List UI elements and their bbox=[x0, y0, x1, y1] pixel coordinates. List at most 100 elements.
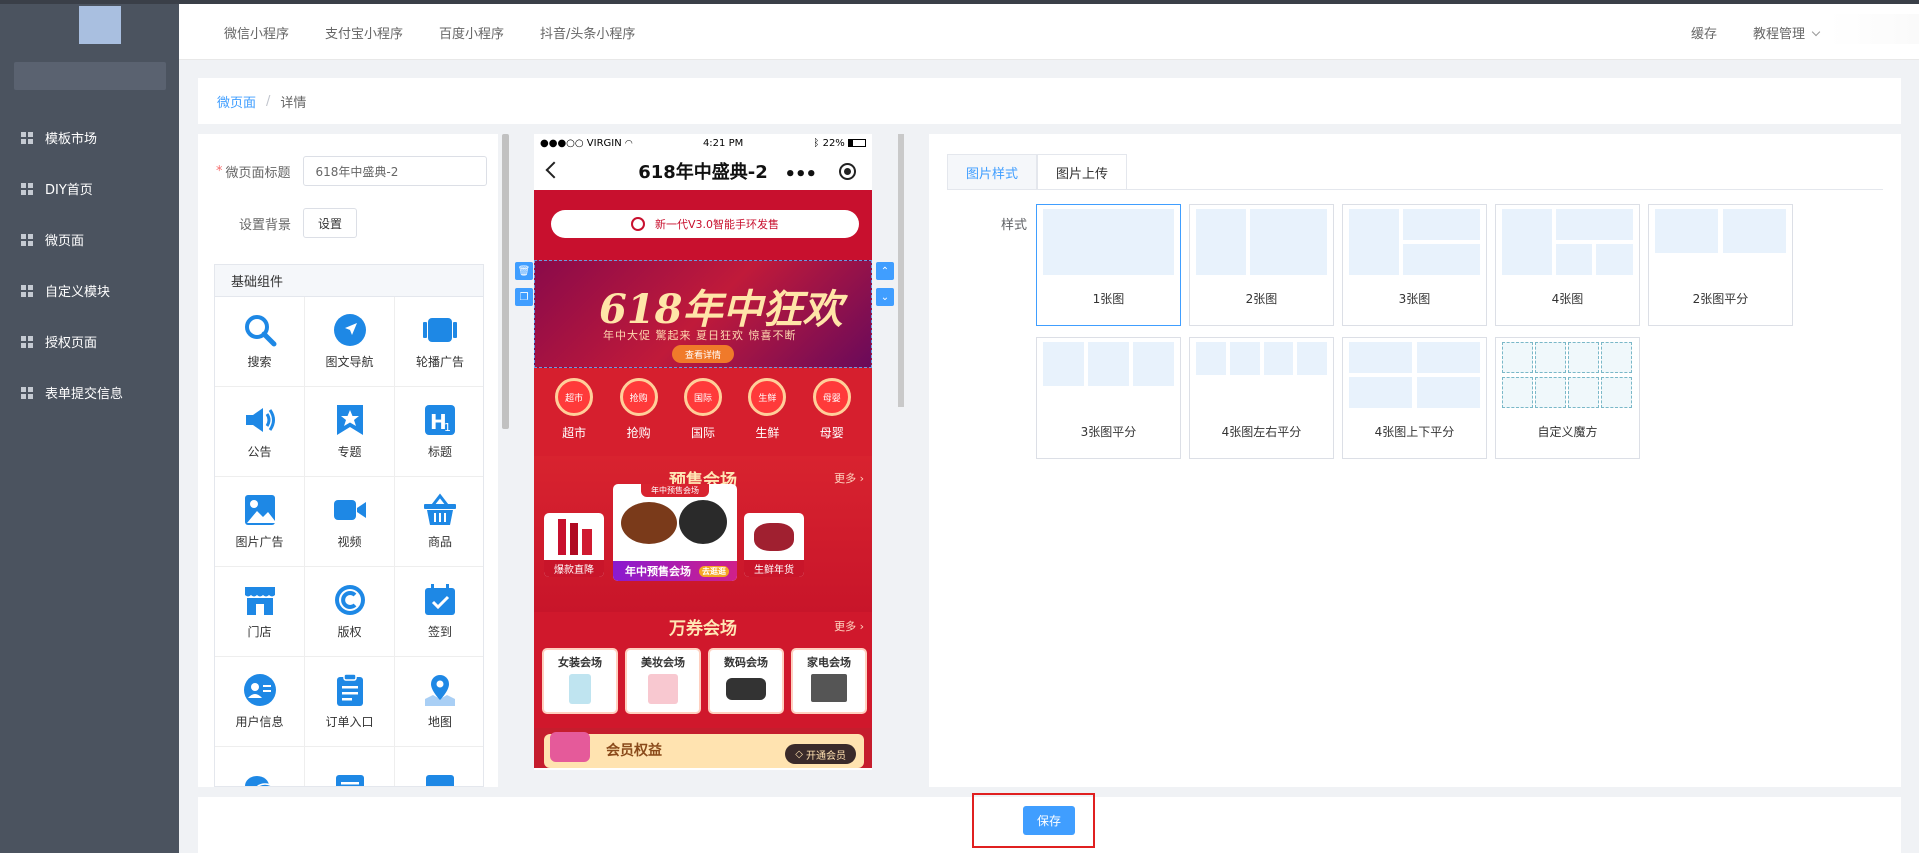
style-option-2-images-equal[interactable]: 2张图平分 bbox=[1648, 204, 1793, 326]
move-down-icon[interactable]: ⌄ bbox=[876, 288, 894, 306]
carousel-banner[interactable]: 618年中狂欢 年中大促 驚起来 夏日狂欢 惊喜不断 查看详情 bbox=[534, 260, 872, 368]
copy-module-icon[interactable]: ❐ bbox=[515, 288, 533, 306]
style-option-3-images[interactable]: 3张图 bbox=[1342, 204, 1487, 326]
component-picture[interactable] bbox=[395, 747, 483, 786]
map-pin-icon bbox=[423, 673, 457, 707]
tutorial-menu[interactable]: 教程管理 bbox=[1753, 23, 1821, 42]
phone-search-bar[interactable]: 新一代V3.0智能手环发售 bbox=[551, 210, 859, 238]
option-label: 3张图 bbox=[1398, 292, 1431, 306]
option-preview bbox=[1502, 209, 1633, 275]
style-option-2-images[interactable]: 2张图 bbox=[1189, 204, 1334, 326]
presale-more-link[interactable]: 更多 › bbox=[834, 470, 864, 486]
category-item[interactable]: 抢购 抢购 bbox=[619, 378, 658, 456]
set-background-button[interactable]: 设置 bbox=[303, 208, 358, 238]
component-image-ad[interactable]: 图片广告 bbox=[215, 477, 305, 567]
component-copyright[interactable]: 版权 bbox=[305, 567, 395, 657]
bluetooth-icon: ᛒ bbox=[813, 137, 820, 149]
category-label: 超市 bbox=[562, 426, 587, 440]
tab-baidu-miniprogram[interactable]: 百度小程序 bbox=[439, 23, 504, 42]
phone-preview-scrollbar[interactable] bbox=[898, 134, 904, 407]
save-button[interactable]: 保存 bbox=[1023, 806, 1075, 835]
component-notice[interactable]: 公告 bbox=[215, 387, 305, 477]
sidebar-item-diy-home[interactable]: DIY首页 bbox=[0, 163, 179, 214]
option-label: 2张图平分 bbox=[1692, 292, 1749, 306]
more-dots-icon[interactable]: ••• bbox=[784, 164, 817, 185]
coupon-card-label: 女装会场 bbox=[558, 656, 602, 669]
component-panel-scrollbar[interactable] bbox=[502, 134, 509, 429]
coupon-card[interactable]: 美妆会场 bbox=[625, 648, 701, 714]
phone-page-title: 618年中盛典-2 bbox=[638, 162, 768, 183]
coupon-section[interactable]: 万券会场 更多 › 女装会场 美妆会场 数码会场 家电会场 bbox=[534, 612, 872, 728]
style-option-custom-cube[interactable]: 自定义魔方 bbox=[1495, 337, 1640, 459]
component-goods[interactable]: 商品 bbox=[395, 477, 483, 567]
category-item[interactable]: 国际 国际 bbox=[683, 378, 722, 456]
sidebar-item-label: DIY首页 bbox=[45, 183, 93, 198]
coupon-card[interactable]: 数码会场 bbox=[708, 648, 784, 714]
option-preview bbox=[1349, 209, 1480, 275]
style-option-4-images-vertical[interactable]: 4张图上下平分 bbox=[1342, 337, 1487, 459]
component-carousel[interactable]: 轮播广告 bbox=[395, 297, 483, 387]
back-arrow-icon[interactable] bbox=[545, 161, 563, 179]
page-title-input[interactable]: 618年中盛典-2 bbox=[302, 156, 487, 186]
coupon-more-link[interactable]: 更多 › bbox=[834, 618, 864, 634]
category-item[interactable]: 超市 超市 bbox=[555, 378, 594, 456]
style-option-4-images[interactable]: 4张图 bbox=[1495, 204, 1640, 326]
presale-left-card[interactable]: 爆款直降 bbox=[544, 513, 604, 577]
breadcrumb-parent-link[interactable]: 微页面 bbox=[217, 92, 256, 111]
component-label: 轮播广告 bbox=[415, 355, 464, 369]
component-user-info[interactable]: 用户信息 bbox=[215, 657, 305, 747]
video-icon bbox=[333, 493, 367, 527]
tab-wechat-miniprogram[interactable]: 微信小程序 bbox=[224, 23, 289, 42]
presale-section[interactable]: 预售会场 更多 › 爆款直降 年中预售会场 年中预售会场 去逛逛 生鲜年货 bbox=[534, 456, 872, 612]
component-search[interactable]: 搜索 bbox=[215, 297, 305, 387]
style-option-4-images-horizontal[interactable]: 4张图左右平分 bbox=[1189, 337, 1334, 459]
capsule-close-icon[interactable] bbox=[839, 163, 856, 180]
battery: ᛒ 22% bbox=[813, 138, 866, 149]
component-heading[interactable]: H1 标题 bbox=[395, 387, 483, 477]
category-item[interactable]: 母婴 母婴 bbox=[812, 378, 851, 456]
style-option-1-image[interactable]: 1张图 bbox=[1036, 204, 1181, 326]
component-topic[interactable]: 专题 bbox=[305, 387, 395, 477]
component-list[interactable] bbox=[305, 747, 395, 786]
component-map[interactable]: 地图 bbox=[395, 657, 483, 747]
category-badge: 母婴 bbox=[812, 378, 851, 416]
sidebar-item-template-market[interactable]: 模板市场 bbox=[0, 112, 179, 163]
sidebar-item-label: 自定义模块 bbox=[45, 285, 111, 300]
delete-module-icon[interactable]: 🗑 bbox=[515, 262, 533, 280]
component-video[interactable]: 视频 bbox=[305, 477, 395, 567]
coupon-card[interactable]: 家电会场 bbox=[791, 648, 867, 714]
search-module[interactable]: 新一代V3.0智能手环发售 bbox=[534, 190, 872, 260]
component-checkin[interactable]: 签到 bbox=[395, 567, 483, 657]
sidebar-item-form-submissions[interactable]: 表单提交信息 bbox=[0, 367, 179, 418]
member-section[interactable]: 会员权益 ◇ 开通会员 bbox=[534, 728, 872, 768]
banner-button: 查看详情 bbox=[672, 345, 734, 363]
component-image-nav[interactable]: 图文导航 bbox=[305, 297, 395, 387]
move-up-icon[interactable]: ⌃ bbox=[876, 262, 894, 280]
member-card[interactable]: 会员权益 ◇ 开通会员 bbox=[544, 732, 864, 768]
category-item[interactable]: 生鲜 生鲜 bbox=[748, 378, 787, 456]
category-nav[interactable]: 超市 超市 抢购 抢购 国际 国际 生鲜 生鲜 母婴 母婴 bbox=[534, 368, 872, 456]
open-membership-button[interactable]: ◇ 开通会员 bbox=[785, 744, 856, 764]
sidebar-item-auth-page[interactable]: 授权页面 bbox=[0, 316, 179, 367]
presale-center-card[interactable]: 年中预售会场 年中预售会场 去逛逛 bbox=[613, 484, 737, 581]
cache-link[interactable]: 缓存 bbox=[1691, 23, 1717, 42]
tab-image-upload[interactable]: 图片上传 bbox=[1037, 154, 1128, 189]
tab-image-style[interactable]: 图片样式 bbox=[947, 154, 1038, 189]
component-order-entry[interactable]: 订单入口 bbox=[305, 657, 395, 747]
option-preview bbox=[1196, 209, 1327, 275]
tab-alipay-miniprogram[interactable]: 支付宝小程序 bbox=[325, 23, 403, 42]
sidebar-item-custom-module[interactable]: 自定义模块 bbox=[0, 265, 179, 316]
style-option-3-images-equal[interactable]: 3张图平分 bbox=[1036, 337, 1181, 459]
component-label: 订单入口 bbox=[325, 715, 374, 729]
presale-right-card[interactable]: 生鲜年货 bbox=[744, 513, 804, 577]
coupon-card[interactable]: 女装会场 bbox=[542, 648, 618, 714]
option-label: 4张图左右平分 bbox=[1221, 425, 1302, 439]
component-store[interactable]: 门店 bbox=[215, 567, 305, 657]
member-title: 会员权益 bbox=[606, 743, 662, 759]
components-title: 基础组件 bbox=[215, 265, 483, 297]
option-preview bbox=[1196, 342, 1327, 408]
component-customer-service[interactable] bbox=[215, 747, 305, 786]
tab-douyin-miniprogram[interactable]: 抖音/头条小程序 bbox=[540, 23, 635, 42]
basic-components: 基础组件 搜索 图文导航 轮播广告 公告 专题 H 1 标题 图片广告 视频 商… bbox=[214, 264, 484, 787]
sidebar-item-micro-page[interactable]: 微页面 bbox=[0, 214, 179, 265]
